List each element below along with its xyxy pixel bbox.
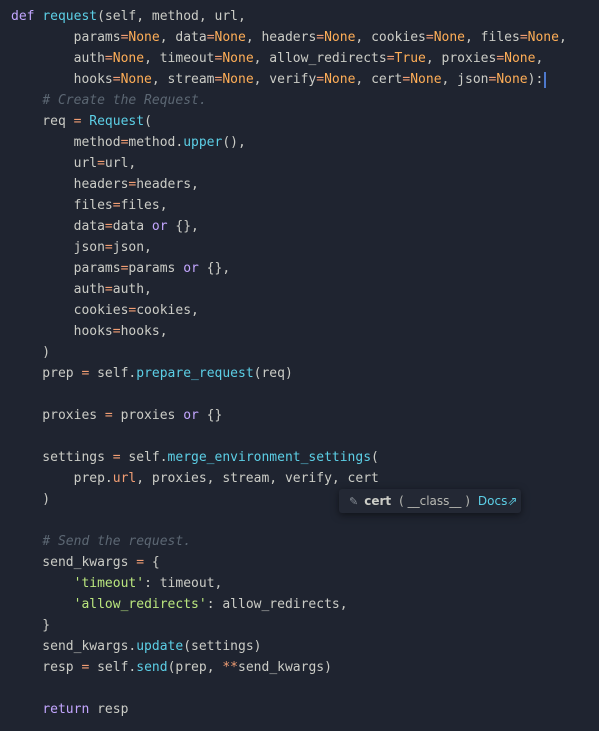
docs-link[interactable]: Docs⇗ [478, 494, 518, 508]
code-line: def request(self, method, url, [11, 9, 246, 24]
tooltip-symbol-type: ( __class__ ) [399, 494, 470, 508]
tooltip-symbol-name: cert [364, 494, 392, 508]
code-editor[interactable]: def request(self, method, url, params=No… [0, 0, 599, 731]
code-line: headers=headers, [11, 177, 199, 192]
code-line: data=data or {}, [11, 219, 199, 234]
code-line: json=json, [11, 240, 152, 255]
code-line: auth=auth, [11, 282, 152, 297]
code-line: # Send the request. [42, 534, 192, 549]
text-cursor [544, 71, 547, 88]
code-line: } [11, 618, 51, 633]
hover-tooltip: ✎ cert ( __class__ ) Docs⇗ [339, 489, 521, 513]
code-line: resp = self.send(prep, **send_kwargs) [11, 660, 332, 675]
code-line: 'allow_redirects': allow_redirects, [73, 597, 348, 612]
code-line: ) [11, 492, 51, 507]
code-line: cookies=cookies, [11, 303, 199, 318]
external-link-icon: ⇗ [507, 494, 518, 508]
code-line: auth=None, timeout=None, allow_redirects… [11, 51, 544, 66]
code-line: prep = self.prepare_request(req) [11, 366, 293, 381]
code-line: ) [11, 345, 51, 360]
code-line: req = Request( [11, 114, 152, 129]
code-line: params=None, data=None, headers=None, co… [11, 30, 567, 45]
variable-icon: ✎ [349, 494, 359, 508]
code-line: # Create the Request. [42, 93, 207, 108]
code-line: hooks=hooks, [11, 324, 168, 339]
code-line: 'timeout': timeout, [73, 576, 223, 591]
code-line: files=files, [11, 198, 168, 213]
code-line: return resp [42, 702, 129, 717]
code-line: proxies = proxies or {} [11, 408, 223, 423]
code-line: method=method.upper(), [11, 135, 246, 150]
code-line: params=params or {}, [11, 261, 231, 276]
code-line: prep.url, proxies, stream, verify, cert [11, 471, 379, 486]
code-line: send_kwargs.update(settings) [11, 639, 262, 654]
code-line: url=url, [11, 156, 137, 171]
code-line: send_kwargs = { [11, 555, 160, 570]
code-line: settings = self.merge_environment_settin… [11, 450, 379, 465]
code-line: hooks=None, stream=None, verify=None, ce… [11, 69, 547, 90]
